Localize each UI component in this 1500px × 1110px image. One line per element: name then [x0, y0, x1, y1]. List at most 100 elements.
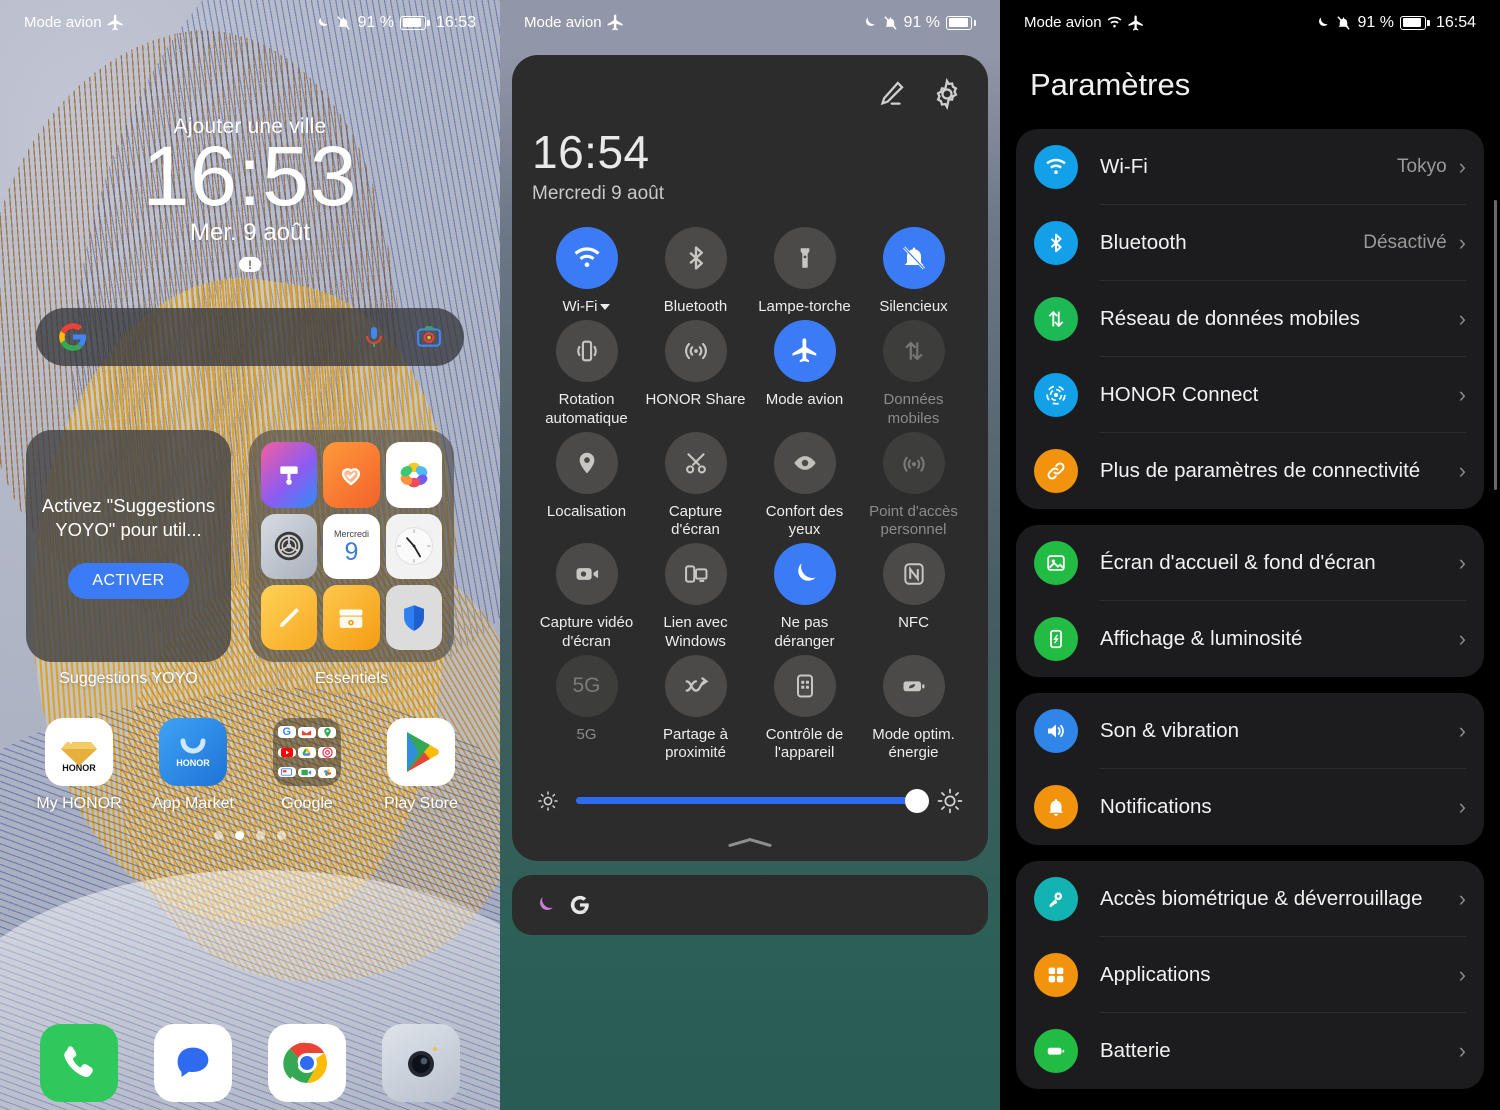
yoyo-suggestions-widget[interactable]: Activez "Suggestions YOYO" pour util... … [26, 430, 231, 663]
location-pin-icon[interactable] [555, 431, 618, 494]
theme-icon[interactable] [261, 442, 318, 508]
page-dot-active[interactable] [235, 831, 244, 841]
device-control-icon[interactable] [773, 655, 836, 718]
settings-row-more-connectivity[interactable]: Plus de paramètres de connectivité › [1016, 433, 1484, 509]
settings-row-home-wallpaper[interactable]: Écran d'accueil & fond d'écran › [1016, 525, 1484, 601]
brightness-slider[interactable] [576, 788, 929, 813]
settings-row-wifi[interactable]: Wi-Fi Tokyo › [1016, 129, 1484, 205]
settings-row-notifications[interactable]: Notifications › [1016, 769, 1484, 845]
app-play-store[interactable]: Play Store [364, 718, 478, 813]
settings-row-honor-connect[interactable]: HONOR Connect › [1016, 357, 1484, 433]
app-app-market[interactable]: HONOR App Market [136, 718, 250, 813]
yoyo-activate-button[interactable]: ACTIVER [68, 562, 189, 599]
nfc-icon[interactable] [882, 543, 945, 606]
tile-power-saving[interactable]: Mode optim. énergie [859, 655, 968, 763]
tile-label: Capture d'écran [668, 502, 723, 539]
moon-icon [315, 15, 330, 30]
battery-icon [399, 15, 430, 30]
screen-record-icon[interactable] [555, 543, 618, 606]
tile-honor-share[interactable]: HONOR Share [641, 320, 750, 428]
bell-off-icon[interactable] [882, 227, 945, 289]
dock-phone[interactable] [22, 1024, 136, 1102]
three-panel-screenshot: Mode avion 91 % 16:53 Ajouter une ville … [0, 0, 1500, 1110]
speaker-icon [1034, 709, 1078, 753]
airplane-icon[interactable] [773, 320, 836, 383]
page-dot[interactable] [277, 831, 286, 841]
settings-row-sound-vibration[interactable]: Son & vibration › [1016, 693, 1484, 769]
dock-messages[interactable] [136, 1024, 250, 1102]
moon-icon[interactable] [773, 543, 836, 606]
bluetooth-icon[interactable] [664, 227, 727, 289]
screenshot-icon[interactable] [664, 431, 727, 494]
tile-hotspot[interactable]: Point d'accès personnel [859, 431, 968, 540]
app-my-honor[interactable]: HONOR My HONOR [22, 718, 136, 813]
calendar-icon[interactable]: Mercredi 9 [323, 513, 380, 579]
page-dot[interactable] [256, 831, 265, 841]
settings-row-mobile-network[interactable]: Réseau de données mobiles › [1016, 281, 1484, 357]
health-icon[interactable] [323, 442, 380, 508]
page-indicator[interactable] [0, 831, 500, 841]
microphone-icon[interactable] [362, 323, 386, 351]
gear-icon[interactable] [930, 77, 964, 111]
hotspot-icon[interactable] [882, 431, 945, 494]
honor-connect-icon [1034, 373, 1078, 417]
settings-row-applications[interactable]: Applications › [1016, 937, 1484, 1013]
settings-row-display-brightness[interactable]: Affichage & luminosité › [1016, 601, 1484, 677]
notes-icon[interactable] [261, 584, 318, 651]
settings-row-battery[interactable]: Batterie › [1016, 1013, 1484, 1089]
essentiels-folder[interactable]: Mercredi 9 [249, 430, 454, 663]
settings-icon[interactable] [261, 513, 318, 579]
tile-do-not-disturb[interactable]: Ne pas déranger [750, 543, 859, 651]
tile-location[interactable]: Localisation [532, 431, 641, 540]
flashlight-icon[interactable] [773, 227, 836, 289]
dock-camera[interactable] [364, 1024, 478, 1102]
settings-row-biometric[interactable]: Accès biométrique & déverrouillage › [1016, 861, 1484, 937]
slider-handle[interactable] [904, 788, 929, 813]
bell-off-icon [336, 15, 351, 31]
tile-device-control[interactable]: Contrôle de l'appareil [750, 655, 859, 763]
mobile-data-icon[interactable] [882, 320, 945, 383]
tile-nearby-share[interactable]: Partage à proximité [641, 655, 750, 763]
tile-mobile-data[interactable]: Données mobiles [859, 320, 968, 428]
status-mode-label: Mode avion [24, 14, 102, 31]
tile-5g[interactable]: 5G 5G [532, 655, 641, 763]
dock-chrome[interactable] [250, 1024, 364, 1102]
gallery-icon[interactable] [385, 442, 442, 508]
edit-pencil-icon[interactable] [874, 77, 908, 111]
clock-icon[interactable] [385, 513, 442, 579]
page-dot[interactable] [214, 831, 223, 841]
honor-share-icon[interactable] [664, 320, 727, 383]
tile-screen-record[interactable]: Capture vidéo d'écran [532, 543, 641, 651]
tile-wifi[interactable]: Wi-Fi [532, 227, 641, 316]
tile-flashlight[interactable]: Lampe-torche [750, 227, 859, 316]
app-google-folder[interactable]: G Google [250, 718, 364, 813]
eye-icon[interactable] [773, 431, 836, 494]
tile-airplane-mode[interactable]: Mode avion [750, 320, 859, 428]
5g-icon[interactable]: 5G [555, 655, 618, 718]
tile-screenshot[interactable]: Capture d'écran [641, 431, 750, 540]
scrollbar[interactable] [1494, 200, 1497, 490]
chevron-right-icon: › [1458, 154, 1466, 179]
notification-shade-row[interactable] [512, 874, 988, 935]
tile-auto-rotate[interactable]: Rotation automatique [532, 320, 641, 428]
brightness-control[interactable] [532, 787, 968, 815]
panel-drag-handle[interactable] [728, 837, 772, 847]
status-time: 16:53 [435, 13, 476, 31]
tile-bluetooth[interactable]: Bluetooth [641, 227, 750, 316]
nearby-share-icon[interactable] [664, 655, 727, 718]
security-icon[interactable] [385, 584, 442, 651]
google-lens-icon[interactable] [416, 324, 442, 350]
wifi-icon[interactable] [555, 227, 618, 289]
chevron-down-icon[interactable] [600, 304, 611, 311]
clock-widget[interactable]: Ajouter une ville 16:53 Mer. 9 août [0, 115, 500, 273]
wallet-icon[interactable] [323, 584, 380, 651]
rotation-icon[interactable] [555, 320, 618, 383]
tile-eye-comfort[interactable]: Confort des yeux [750, 431, 859, 540]
settings-row-bluetooth[interactable]: Bluetooth Désactivé › [1016, 205, 1484, 281]
link-windows-icon[interactable] [664, 543, 727, 606]
tile-nfc[interactable]: NFC [859, 543, 968, 651]
tile-link-windows[interactable]: Lien avec Windows [641, 543, 750, 651]
power-saving-icon[interactable] [882, 655, 945, 718]
google-search-bar[interactable] [36, 308, 464, 367]
tile-silent[interactable]: Silencieux [859, 227, 968, 316]
